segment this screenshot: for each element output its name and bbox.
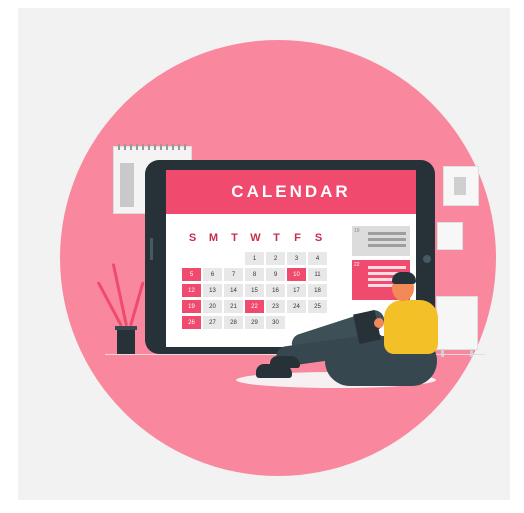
shoe	[256, 364, 292, 378]
calendar-day[interactable]: 8	[245, 268, 264, 281]
event-line	[368, 238, 406, 241]
event-line	[368, 244, 406, 247]
calendar-grid: 1 2 3 4 5 6 7 8 9 10 11 12 13 14 15 16 17 18 19 20 21 22 23 24 2…	[182, 252, 327, 329]
event-card: 19	[352, 226, 410, 256]
calendar-day[interactable]: 16	[266, 284, 285, 297]
calendar-day[interactable]: 6	[203, 268, 222, 281]
calendar-day[interactable]: 3	[287, 252, 306, 265]
person-reading-icon	[384, 300, 438, 354]
pot-rim	[115, 326, 137, 330]
calendar-day[interactable]: 30	[266, 316, 285, 329]
calendar-day[interactable]: 9	[266, 268, 285, 281]
calendar-day[interactable]: 15	[245, 284, 264, 297]
event-card-number: 19	[354, 228, 360, 234]
tablet-button	[150, 238, 153, 260]
table-leg	[441, 349, 444, 357]
person-hair	[392, 272, 416, 284]
table-leg	[470, 349, 473, 357]
calendar-day[interactable]: 2	[266, 252, 285, 265]
calendar-empty-cell	[203, 252, 222, 265]
day-of-week-label: M	[208, 232, 219, 244]
calendar-day[interactable]: 1	[245, 252, 264, 265]
calendar-day[interactable]: 7	[224, 268, 243, 281]
calendar-day[interactable]: 10	[287, 268, 306, 281]
calendar-day[interactable]: 27	[203, 316, 222, 329]
calendar-empty-cell	[287, 316, 306, 329]
calendar-day[interactable]: 11	[308, 268, 327, 281]
wall-frame-small	[437, 222, 463, 250]
calendar-day[interactable]: 29	[245, 316, 264, 329]
day-of-week-label: T	[273, 232, 280, 244]
wall-frame-art	[454, 177, 466, 195]
event-line	[368, 232, 406, 235]
calendar-day[interactable]: 12	[182, 284, 201, 297]
event-card-number: 22	[354, 262, 360, 268]
calendar-title: CALENDAR	[166, 170, 416, 214]
calendar-day[interactable]: 26	[182, 316, 201, 329]
calendar-rings	[118, 144, 187, 150]
calendar-day[interactable]: 18	[308, 284, 327, 297]
calendar-day[interactable]: 4	[308, 252, 327, 265]
calendar-day[interactable]: 14	[224, 284, 243, 297]
day-of-week-label: F	[294, 232, 301, 244]
calendar-block	[120, 163, 134, 207]
calendar-day[interactable]: 24	[287, 300, 306, 313]
calendar-day[interactable]: 28	[224, 316, 243, 329]
calendar-day[interactable]: 17	[287, 284, 306, 297]
calendar-empty-cell	[182, 252, 201, 265]
wall-frame	[443, 166, 479, 206]
day-of-week-label: T	[231, 232, 238, 244]
day-of-week-label: S	[314, 232, 323, 244]
person-hand	[374, 318, 384, 328]
calendar-day[interactable]: 20	[203, 300, 222, 313]
side-table	[436, 296, 478, 357]
day-of-week-label: S	[188, 232, 197, 244]
event-line	[368, 266, 406, 269]
calendar-day[interactable]: 22	[245, 300, 264, 313]
plant-icon	[115, 326, 137, 354]
calendar-day[interactable]: 19	[182, 300, 201, 313]
calendar-empty-cell	[224, 252, 243, 265]
days-of-week: SMTWTFS	[182, 232, 329, 244]
calendar-day[interactable]: 5	[182, 268, 201, 281]
calendar-day[interactable]: 23	[266, 300, 285, 313]
tablet-camera	[423, 255, 431, 263]
calendar-day[interactable]: 13	[203, 284, 222, 297]
calendar-day[interactable]: 21	[224, 300, 243, 313]
calendar-day[interactable]: 25	[308, 300, 327, 313]
day-of-week-label: W	[250, 232, 261, 244]
